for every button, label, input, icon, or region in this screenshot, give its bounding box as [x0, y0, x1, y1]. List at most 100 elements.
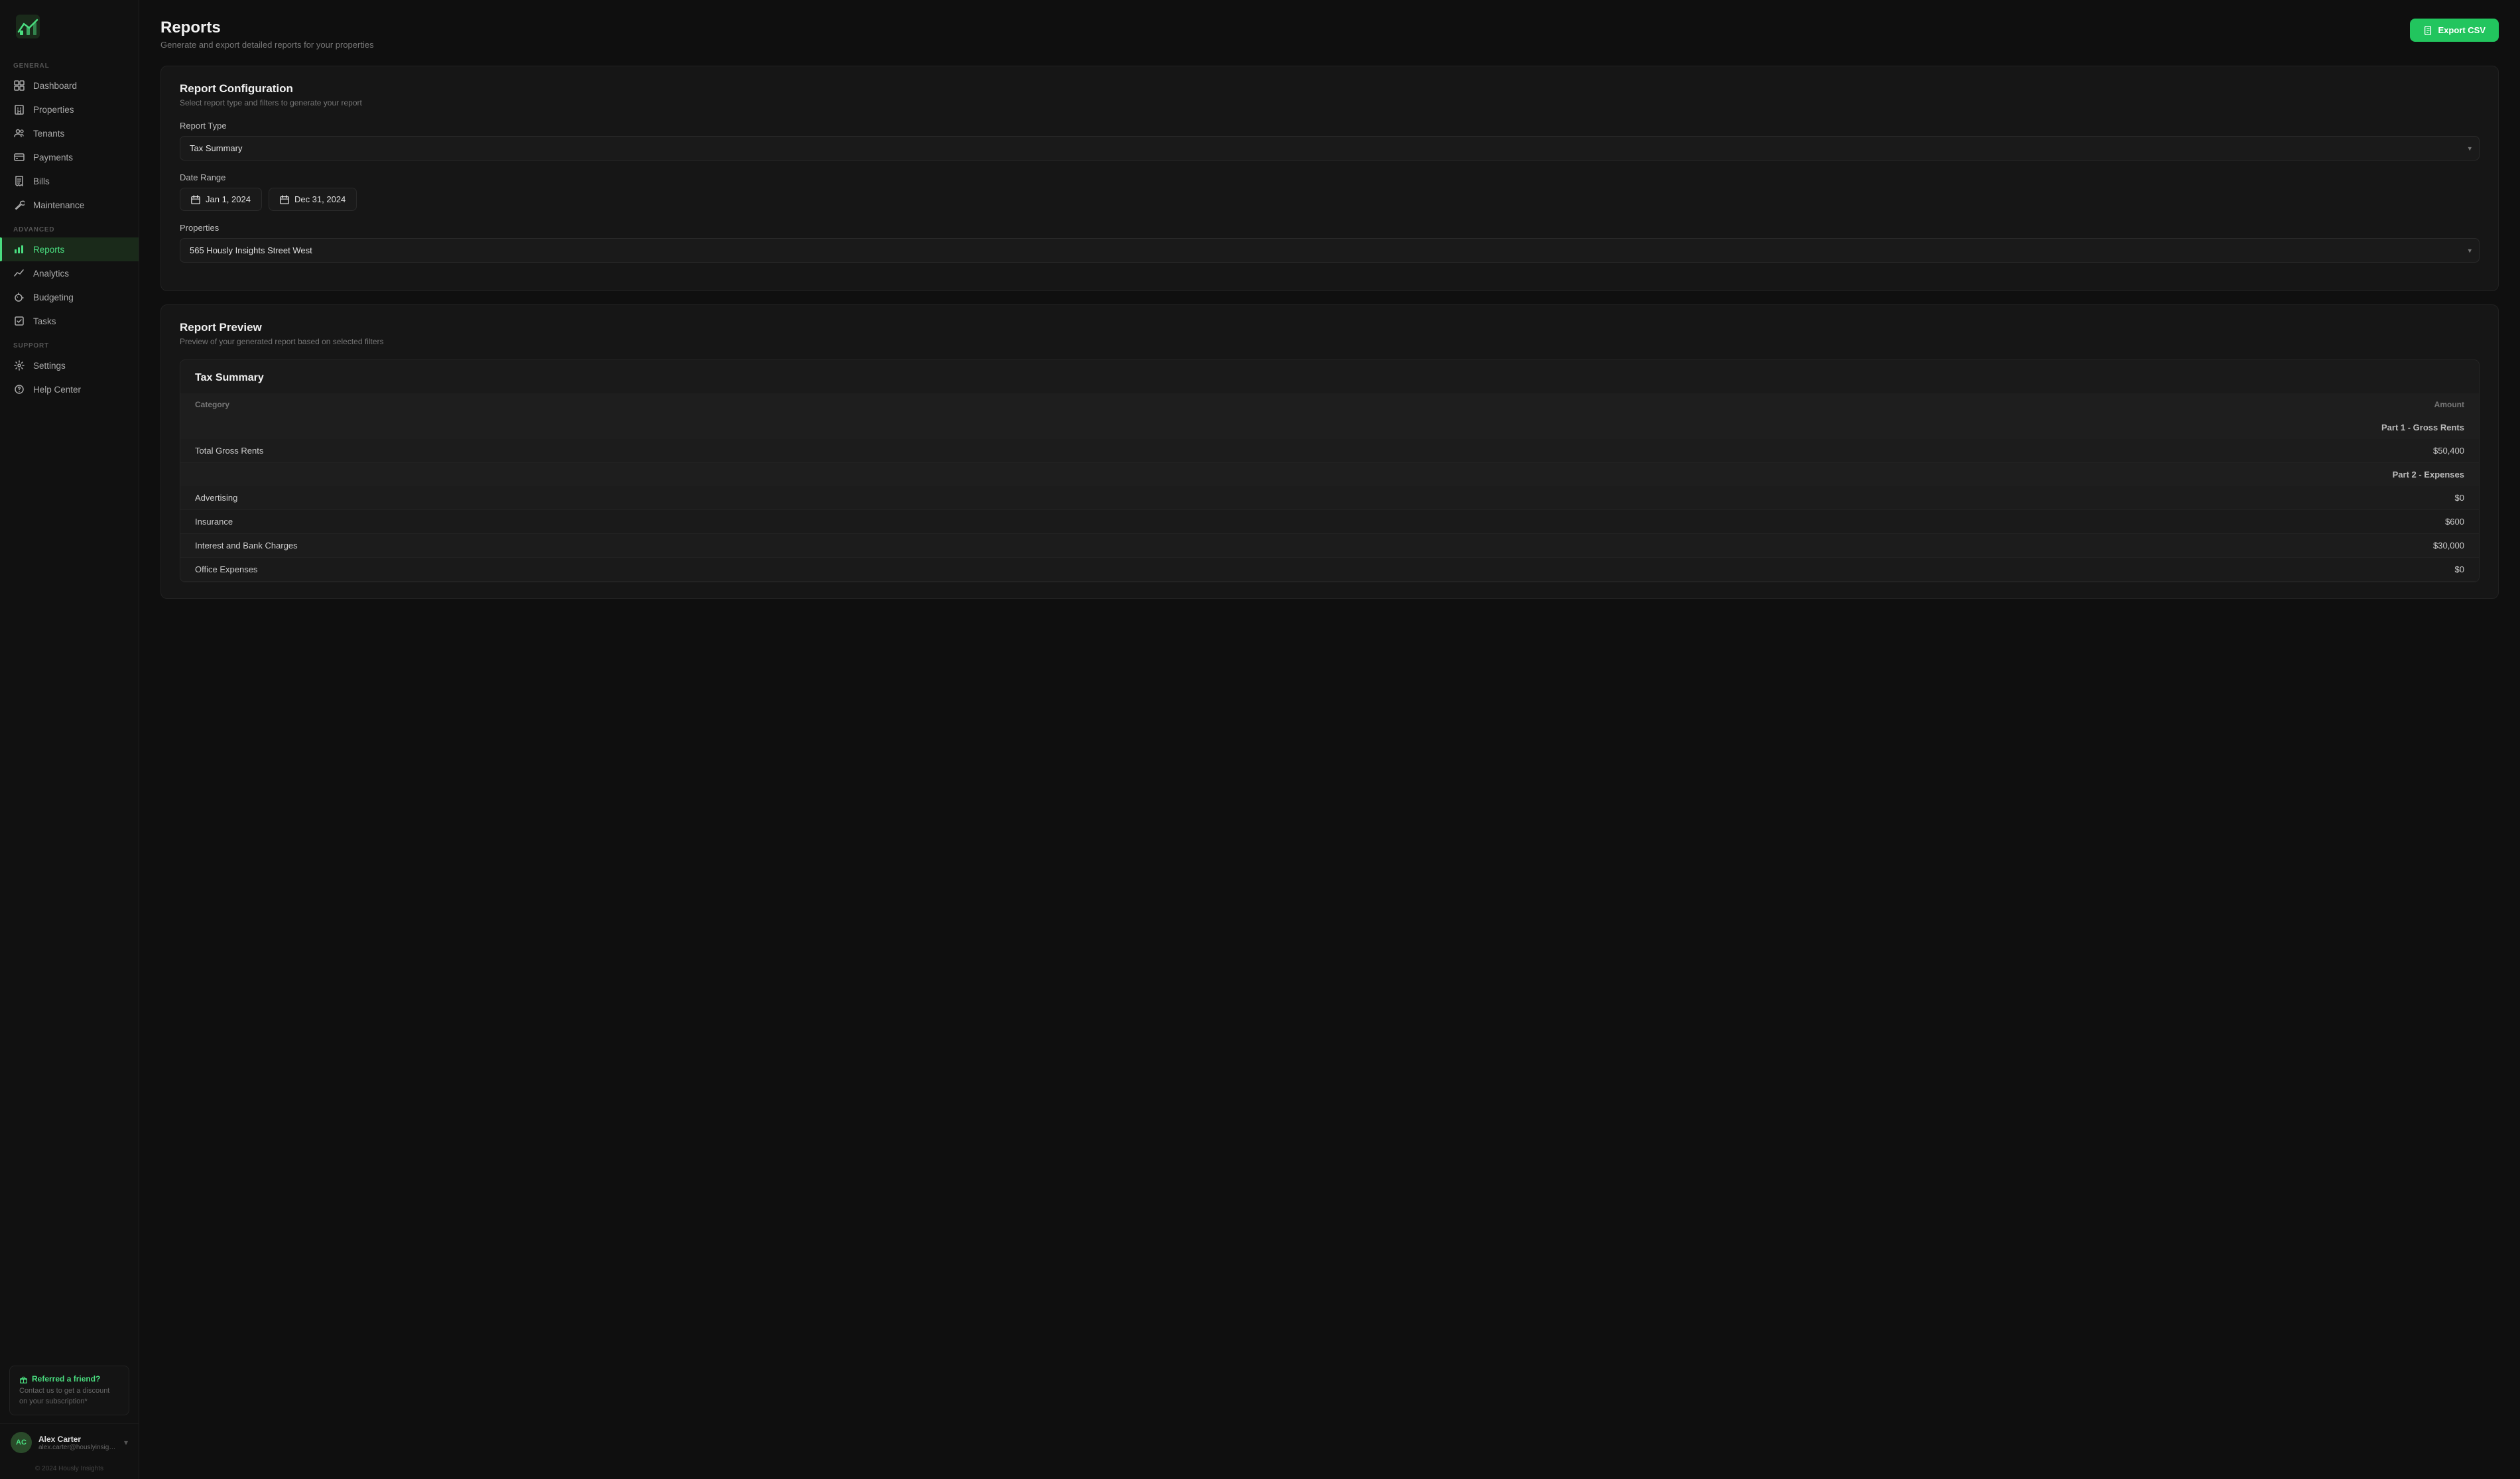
avatar: AC [11, 1432, 32, 1453]
calendar-icon [280, 195, 289, 204]
section-label: Part 1 - Gross Rents [180, 416, 2479, 439]
logo [0, 0, 139, 53]
date-range-label: Date Range [180, 172, 2480, 182]
report-type-select[interactable]: Tax Summary Income Statement Expense Rep… [180, 136, 2480, 161]
user-email: alex.carter@houslyinsights.ca [38, 1444, 117, 1451]
user-info: Alex Carter alex.carter@houslyinsights.c… [38, 1435, 117, 1451]
support-section-label: SUPPORT [0, 333, 139, 354]
table-row: Interest and Bank Charges $30,000 [180, 534, 2479, 558]
sidebar-item-label: Analytics [33, 269, 69, 279]
main-content: Reports Generate and export detailed rep… [139, 0, 2520, 1479]
referral-title: Referred a friend? [19, 1374, 119, 1383]
piggy-icon [13, 291, 25, 303]
question-icon [13, 383, 25, 395]
row-amount: $0 [1757, 486, 2479, 510]
sidebar-item-label: Budgeting [33, 292, 74, 302]
row-category: Total Gross Rents [180, 439, 1757, 463]
user-name: Alex Carter [38, 1435, 117, 1444]
properties-group: Properties 565 Hously Insights Street We… [180, 223, 2480, 263]
report-type-label: Report Type [180, 121, 2480, 131]
sidebar-item-label: Maintenance [33, 200, 84, 210]
date-end-value: Dec 31, 2024 [294, 194, 346, 204]
report-table: Category Amount Part 1 - Gross Rents Tot… [180, 393, 2479, 582]
sidebar-item-analytics[interactable]: Analytics [0, 261, 139, 285]
date-range-row: Jan 1, 2024 Dec 31, 2024 [180, 188, 2480, 211]
advanced-section-label: ADVANCED [0, 217, 139, 237]
sidebar-item-settings[interactable]: Settings [0, 354, 139, 377]
section-label: Part 2 - Expenses [180, 463, 2479, 487]
referral-box: Referred a friend? Contact us to get a d… [9, 1366, 129, 1415]
sidebar-item-tasks[interactable]: Tasks [0, 309, 139, 333]
preview-card-subtitle: Preview of your generated report based o… [180, 337, 2480, 346]
row-amount: $50,400 [1757, 439, 2479, 463]
gift-icon [19, 1375, 28, 1383]
sidebar-item-tenants[interactable]: Tenants [0, 121, 139, 145]
building-icon [13, 103, 25, 115]
sidebar-item-payments[interactable]: Payments [0, 145, 139, 169]
row-amount: $600 [1757, 510, 2479, 534]
sidebar-item-reports[interactable]: Reports [0, 237, 139, 261]
config-card-title: Report Configuration [180, 82, 2480, 96]
sidebar-item-properties[interactable]: Properties [0, 97, 139, 121]
user-profile-row[interactable]: AC Alex Carter alex.carter@houslyinsight… [0, 1423, 139, 1461]
export-csv-button[interactable]: Export CSV [2410, 19, 2499, 42]
report-preview-card: Report Preview Preview of your generated… [160, 304, 2499, 599]
sidebar-item-label: Settings [33, 361, 66, 371]
properties-select[interactable]: 565 Hously Insights Street West All Prop… [180, 238, 2480, 263]
credit-card-icon [13, 151, 25, 163]
sidebar-item-budgeting[interactable]: Budgeting [0, 285, 139, 309]
sidebar-item-maintenance[interactable]: Maintenance [0, 193, 139, 217]
date-start-button[interactable]: Jan 1, 2024 [180, 188, 262, 211]
sidebar-footer: © 2024 Hously Insights [0, 1461, 139, 1479]
col-category: Category [180, 393, 1757, 416]
referral-description: Contact us to get a discount on your sub… [19, 1386, 119, 1407]
row-amount: $0 [1757, 558, 2479, 582]
row-category: Advertising [180, 486, 1757, 510]
report-inner-title: Tax Summary [180, 360, 2479, 393]
col-amount: Amount [1757, 393, 2479, 416]
page-title-group: Reports Generate and export detailed rep… [160, 19, 374, 50]
sidebar-item-label: Reports [33, 245, 64, 255]
sidebar-item-label: Bills [33, 176, 50, 186]
export-csv-label: Export CSV [2438, 25, 2486, 35]
preview-card-title: Report Preview [180, 321, 2480, 334]
users-icon [13, 127, 25, 139]
sidebar-item-label: Dashboard [33, 81, 77, 91]
date-start-value: Jan 1, 2024 [206, 194, 251, 204]
row-amount: $30,000 [1757, 534, 2479, 558]
bar-chart-icon [13, 243, 25, 255]
table-section-header: Part 2 - Expenses [180, 463, 2479, 487]
sidebar-item-label: Tenants [33, 129, 64, 139]
sidebar-item-bills[interactable]: Bills [0, 169, 139, 193]
line-chart-icon [13, 267, 25, 279]
chevron-down-icon: ▾ [124, 1438, 128, 1447]
date-range-group: Date Range Jan 1, 2024 Dec 31, 2024 [180, 172, 2480, 211]
sidebar-item-label: Help Center [33, 385, 81, 395]
report-type-group: Report Type Tax Summary Income Statement… [180, 121, 2480, 161]
receipt-icon [13, 175, 25, 187]
page-title: Reports [160, 19, 374, 37]
calendar-icon [191, 195, 200, 204]
check-square-icon [13, 315, 25, 327]
page-subtitle: Generate and export detailed reports for… [160, 40, 374, 50]
row-category: Interest and Bank Charges [180, 534, 1757, 558]
properties-label: Properties [180, 223, 2480, 233]
sidebar: GENERAL Dashboard Properties Tenants Pay… [0, 0, 139, 1479]
properties-select-wrapper: 565 Hously Insights Street West All Prop… [180, 238, 2480, 263]
report-inner: Tax Summary Category Amount Part 1 - Gro… [180, 359, 2480, 582]
config-card-subtitle: Select report type and filters to genera… [180, 98, 2480, 107]
report-config-card: Report Configuration Select report type … [160, 66, 2499, 291]
sidebar-item-label: Payments [33, 153, 73, 162]
document-icon [2423, 26, 2432, 35]
gear-icon [13, 359, 25, 371]
sidebar-item-help[interactable]: Help Center [0, 377, 139, 401]
sidebar-item-dashboard[interactable]: Dashboard [0, 74, 139, 97]
table-row: Insurance $600 [180, 510, 2479, 534]
table-section-header: Part 1 - Gross Rents [180, 416, 2479, 439]
date-end-button[interactable]: Dec 31, 2024 [269, 188, 357, 211]
sidebar-item-label: Properties [33, 105, 74, 115]
wrench-icon [13, 199, 25, 211]
table-row: Total Gross Rents $50,400 [180, 439, 2479, 463]
table-row: Office Expenses $0 [180, 558, 2479, 582]
table-row: Advertising $0 [180, 486, 2479, 510]
